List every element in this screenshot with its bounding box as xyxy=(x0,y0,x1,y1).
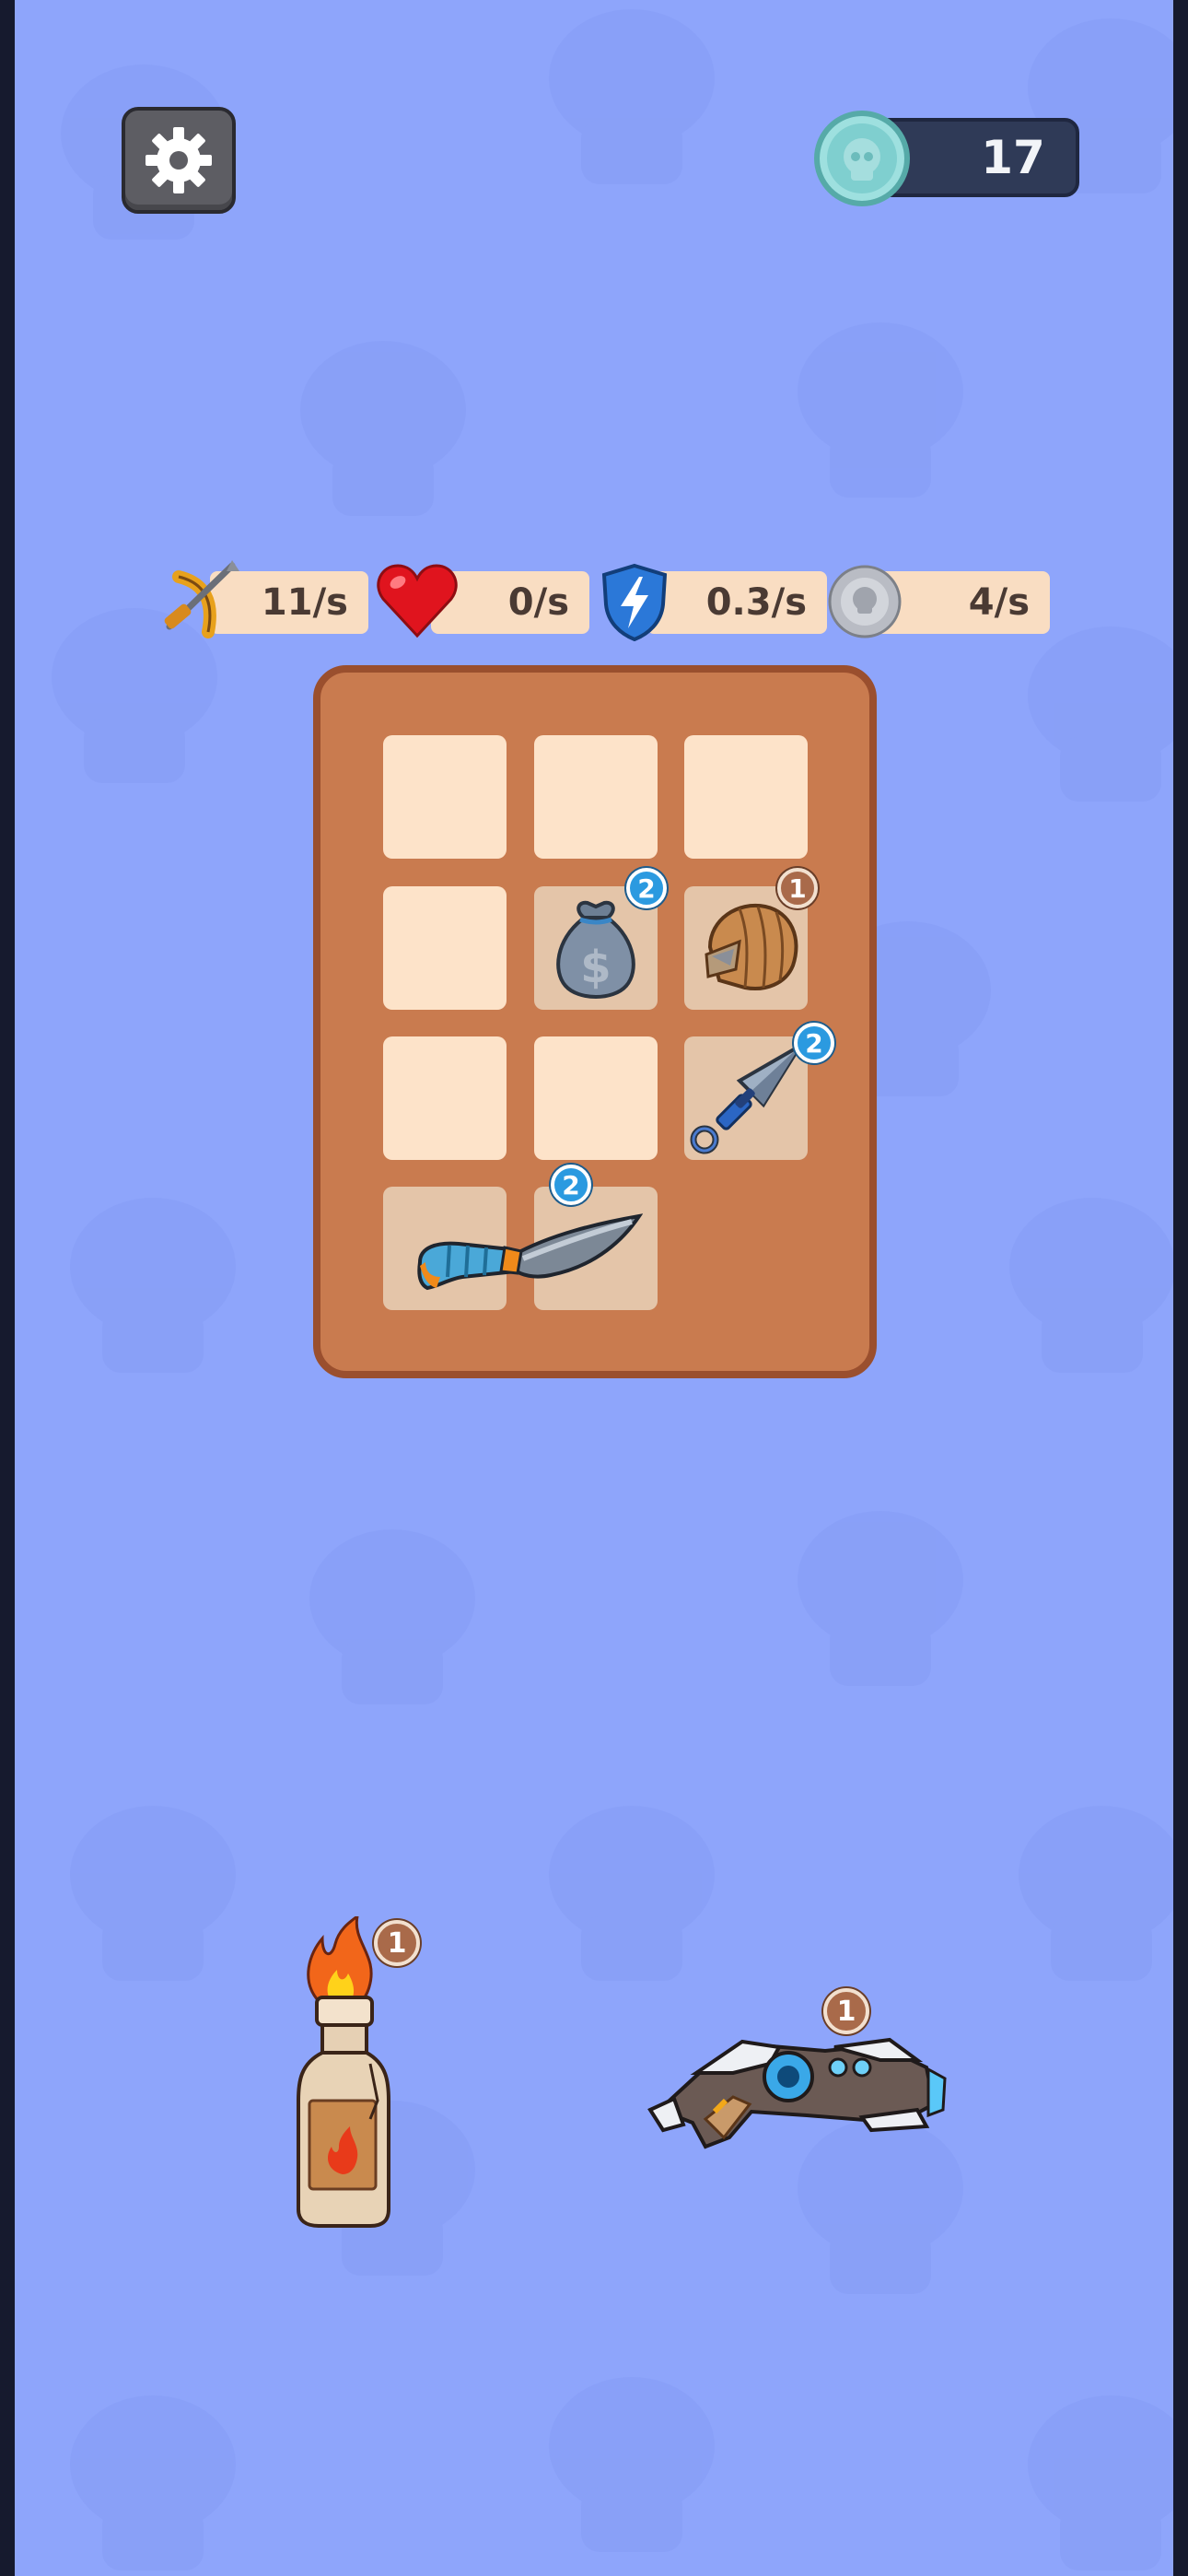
bg-skull-decoration xyxy=(282,341,484,525)
silver-coin-icon xyxy=(828,565,902,638)
bg-skull-decoration xyxy=(52,1198,254,1382)
merge-board: $ 2 1 2 2 xyxy=(313,665,877,1378)
skull-coin-icon xyxy=(814,111,910,206)
kunai-level-badge: 2 xyxy=(794,1023,834,1063)
settings-button[interactable] xyxy=(122,107,236,214)
lightning-shield-icon xyxy=(601,563,668,641)
kunai-icon xyxy=(690,1044,802,1154)
board-slot-empty[interactable] xyxy=(383,1036,507,1160)
glove-icon xyxy=(705,903,798,990)
board-slot-empty[interactable] xyxy=(684,735,808,859)
heart-icon xyxy=(377,564,458,638)
crossbow-icon xyxy=(164,560,239,638)
molotov-level-badge: 1 xyxy=(374,1920,420,1966)
board-slot-empty[interactable] xyxy=(534,735,658,859)
coin-count: 17 xyxy=(981,131,1045,184)
coin-rate-value: 4/s xyxy=(968,581,1030,624)
board-slot-empty[interactable] xyxy=(383,886,507,1010)
board-slot-empty[interactable] xyxy=(534,1036,658,1160)
board-slot-kunai[interactable] xyxy=(684,1036,808,1160)
blaster-gun-icon xyxy=(647,2037,947,2149)
bg-skull-decoration xyxy=(52,2395,254,2576)
bg-skull-decoration xyxy=(52,1806,254,1990)
bg-skull-decoration xyxy=(779,1511,982,1695)
bg-skull-decoration xyxy=(1009,2395,1173,2576)
svg-text:$: $ xyxy=(580,942,611,993)
blaster-level-badge: 1 xyxy=(823,1988,869,2034)
bg-skull-decoration xyxy=(530,9,733,193)
game-screen: 17 11/s 0/s 0.3/s 4/s $ 2 1 2 2 1 1 xyxy=(15,0,1173,2576)
energy-rate-value: 0.3/s xyxy=(705,581,807,624)
board-slot-empty[interactable] xyxy=(383,735,507,859)
knife-icon xyxy=(417,1213,643,1291)
money-bag-level-badge: 2 xyxy=(626,868,667,908)
molotov-icon xyxy=(297,1913,390,2228)
bg-skull-decoration xyxy=(991,1198,1173,1382)
blaster-item[interactable] xyxy=(641,2008,954,2156)
bg-skull-decoration xyxy=(779,322,982,507)
bg-skull-decoration xyxy=(530,2377,733,2561)
attack-rate-value: 11/s xyxy=(261,581,348,624)
bg-skull-decoration xyxy=(291,1529,494,1714)
glove-level-badge: 1 xyxy=(777,868,818,908)
health-rate-value: 0/s xyxy=(507,581,569,624)
knife-level-badge: 2 xyxy=(551,1165,591,1205)
energy-rate-stat: 0.3/s xyxy=(646,571,827,634)
bg-skull-decoration xyxy=(530,1806,733,1990)
gear-icon xyxy=(146,127,212,193)
bg-skull-decoration xyxy=(1000,1806,1173,1990)
molotov-item[interactable] xyxy=(282,1913,402,2230)
bg-skull-decoration xyxy=(1009,626,1173,811)
money-bag-icon: $ xyxy=(556,900,635,999)
